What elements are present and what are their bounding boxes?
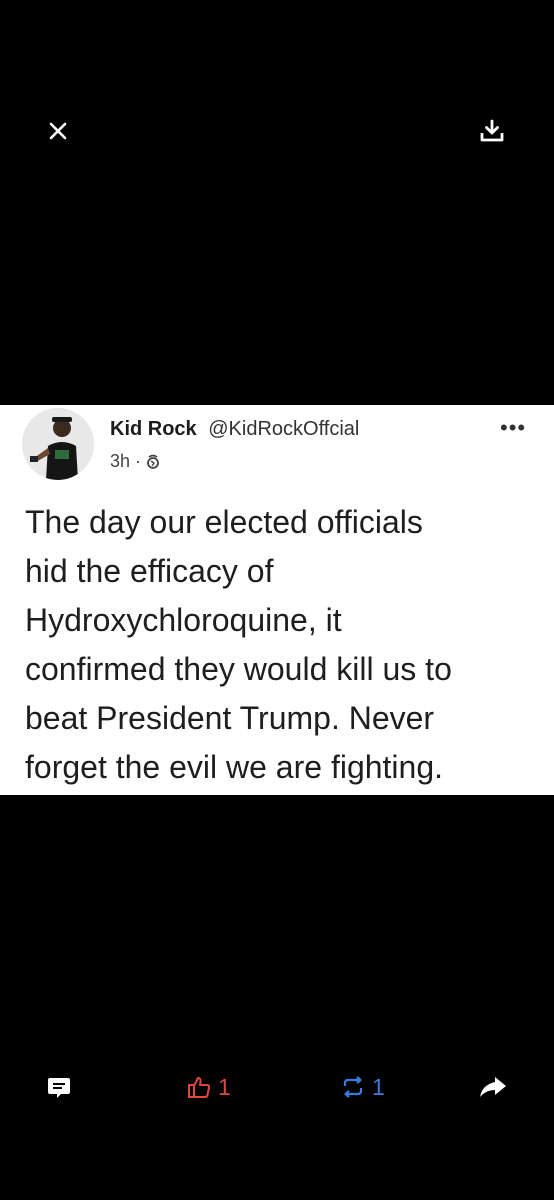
share-arrow-icon <box>480 1077 506 1097</box>
download-button[interactable] <box>474 113 510 149</box>
download-icon <box>480 119 504 142</box>
author-handle[interactable]: @KidRockOffcial <box>208 418 359 440</box>
close-button[interactable] <box>40 113 76 149</box>
author-name[interactable]: Kid Rock <box>110 418 197 440</box>
post-header: Kid Rock @KidRockOffcial <box>110 418 359 441</box>
repost-icon <box>343 1076 363 1098</box>
share-button[interactable] <box>478 1070 508 1104</box>
post-meta: 3h · <box>110 451 160 472</box>
avatar[interactable] <box>22 408 94 480</box>
comment-icon <box>48 1078 70 1098</box>
globe-icon <box>147 454 159 469</box>
repost-button[interactable]: 1 <box>340 1070 385 1104</box>
post-time: 3h <box>110 451 131 471</box>
like-button[interactable]: 1 <box>186 1070 231 1104</box>
like-count: 1 <box>218 1073 231 1100</box>
more-dots-icon: ••• <box>500 415 527 440</box>
avatar-image <box>22 408 94 480</box>
repost-count: 1 <box>372 1073 385 1100</box>
more-options-button[interactable]: ••• <box>500 415 527 440</box>
comment-button[interactable] <box>46 1070 72 1104</box>
close-icon <box>49 122 67 140</box>
meta-separator: · <box>135 451 142 471</box>
post-text: The day our elected officials hid the ef… <box>25 504 452 785</box>
thumbs-up-icon <box>188 1077 211 1098</box>
